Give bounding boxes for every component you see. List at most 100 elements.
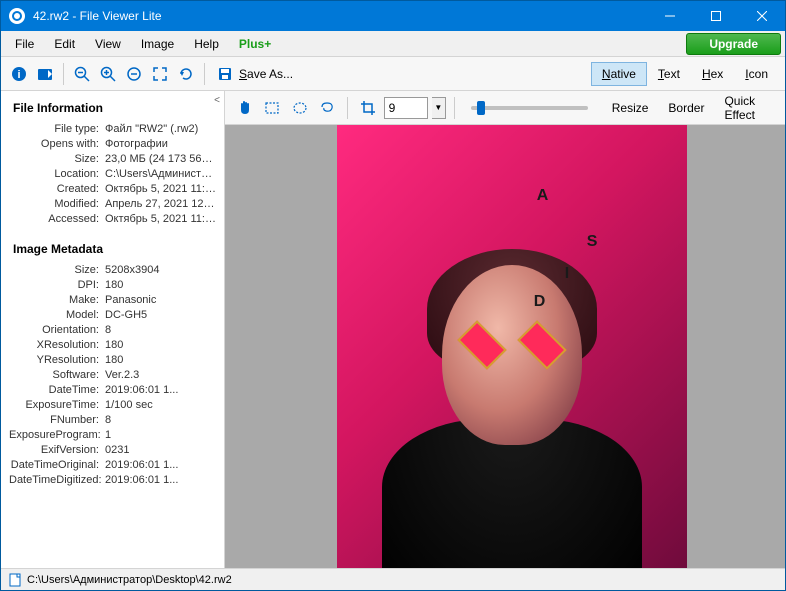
quick-effect-button[interactable]: Quick Effect xyxy=(716,91,785,126)
kv-row: Created:Октябрь 5, 2021 11:25 xyxy=(9,181,216,196)
kv-value: 1 xyxy=(105,429,216,441)
kv-row: Size:23,0 МБ (24 173 568 b... xyxy=(9,151,216,166)
kv-value: DC-GH5 xyxy=(105,309,216,321)
tab-hex[interactable]: Hex xyxy=(691,62,734,86)
menu-plus[interactable]: Plus+ xyxy=(229,34,281,54)
zoom-slider[interactable] xyxy=(471,106,588,110)
kv-key: Size: xyxy=(9,153,105,165)
kv-key: Orientation: xyxy=(9,324,105,336)
svg-text:i: i xyxy=(17,69,20,81)
marquee-rect-icon[interactable] xyxy=(261,95,285,121)
separator xyxy=(204,63,205,85)
close-button[interactable] xyxy=(739,1,785,31)
fullscreen-icon[interactable] xyxy=(148,62,172,86)
kv-value: 180 xyxy=(105,339,216,351)
kv-row: Software:Ver.2.3 xyxy=(9,367,216,382)
crop-icon[interactable] xyxy=(356,95,380,121)
image-canvas[interactable]: A S I D xyxy=(225,125,785,568)
file-info-list: File type:Файл "RW2" (.rw2)Opens with:Фо… xyxy=(1,121,224,232)
tab-text[interactable]: Text xyxy=(647,62,691,86)
menu-edit[interactable]: Edit xyxy=(44,34,85,54)
tab-icon[interactable]: Icon xyxy=(734,62,779,86)
kv-value: C:\Users\Администра... xyxy=(105,168,216,180)
kv-value: 8 xyxy=(105,324,216,336)
refresh-icon[interactable] xyxy=(174,62,198,86)
kv-row: DateTimeOriginal:2019:06:01 1... xyxy=(9,457,216,472)
kv-row: Modified:Апрель 27, 2021 12:53 xyxy=(9,196,216,211)
kv-value: 1/100 sec xyxy=(105,399,216,411)
view-mode-tabs: Native Text Hex Icon xyxy=(591,62,779,86)
kv-key: ExifVersion: xyxy=(9,444,105,456)
kv-row: FNumber:8 xyxy=(9,412,216,427)
upgrade-button[interactable]: Upgrade xyxy=(686,33,781,55)
zoom-in-icon[interactable] xyxy=(96,62,120,86)
kv-key: Model: xyxy=(9,309,105,321)
statusbar-path: C:\Users\Администратор\Desktop\42.rw2 xyxy=(27,574,232,586)
menubar: File Edit View Image Help Plus+ Upgrade xyxy=(1,31,785,57)
toolbar: i Save As... Native Text Hex Icon xyxy=(1,57,785,91)
kv-key: FNumber: xyxy=(9,414,105,426)
info-icon[interactable]: i xyxy=(7,62,31,86)
sidebar: < File Information File type:Файл "RW2" … xyxy=(1,91,225,568)
kv-row: Size:5208x3904 xyxy=(9,262,216,277)
fit-icon[interactable] xyxy=(122,62,146,86)
kv-row: DPI:180 xyxy=(9,277,216,292)
tab-native[interactable]: Native xyxy=(591,62,647,86)
disk-icon xyxy=(217,66,233,82)
collapse-handle-icon[interactable]: < xyxy=(214,95,220,106)
pan-hand-icon[interactable] xyxy=(233,95,257,121)
zoom-dropdown-icon[interactable]: ▼ xyxy=(432,97,446,119)
minimize-button[interactable] xyxy=(647,1,693,31)
kv-key: Opens with: xyxy=(9,138,105,150)
titlebar: 42.rw2 - File Viewer Lite xyxy=(1,1,785,31)
kv-key: Size: xyxy=(9,264,105,276)
menu-help[interactable]: Help xyxy=(184,34,229,54)
kv-value: Ver.2.3 xyxy=(105,369,216,381)
overlay-letter: A xyxy=(537,187,549,205)
menu-view[interactable]: View xyxy=(85,34,131,54)
marquee-ellipse-icon[interactable] xyxy=(288,95,312,121)
main-area: ▼ Resize Border Quick Effect A S I xyxy=(225,91,785,568)
menu-file[interactable]: File xyxy=(5,34,44,54)
open-icon[interactable] xyxy=(33,62,57,86)
kv-value: Panasonic xyxy=(105,294,216,306)
menu-image[interactable]: Image xyxy=(131,34,184,54)
kv-value: 180 xyxy=(105,279,216,291)
file-info-heading: File Information xyxy=(1,91,224,121)
zoom-out-icon[interactable] xyxy=(70,62,94,86)
kv-row: Orientation:8 xyxy=(9,322,216,337)
kv-key: File type: xyxy=(9,123,105,135)
border-button[interactable]: Border xyxy=(660,97,712,119)
slider-thumb[interactable] xyxy=(477,101,485,115)
maximize-button[interactable] xyxy=(693,1,739,31)
kv-key: Modified: xyxy=(9,198,105,210)
lasso-icon[interactable] xyxy=(316,95,340,121)
resize-button[interactable]: Resize xyxy=(604,97,657,119)
kv-row: ExposureProgram:1 xyxy=(9,427,216,442)
kv-key: Location: xyxy=(9,168,105,180)
kv-row: Accessed:Октябрь 5, 2021 11:59 xyxy=(9,211,216,226)
kv-value: 2019:06:01 1... xyxy=(105,459,216,471)
kv-key: Software: xyxy=(9,369,105,381)
save-as-label: Save As... xyxy=(239,67,293,81)
kv-value: 2019:06:01 1... xyxy=(105,474,216,486)
image-toolbar: ▼ Resize Border Quick Effect xyxy=(225,91,785,125)
kv-row: XResolution:180 xyxy=(9,337,216,352)
file-icon xyxy=(9,573,21,587)
overlay-letter: S xyxy=(587,233,598,251)
metadata-heading: Image Metadata xyxy=(1,232,224,262)
kv-key: YResolution: xyxy=(9,354,105,366)
kv-key: DateTimeDigitized: xyxy=(9,474,105,486)
save-as-button[interactable]: Save As... xyxy=(211,64,299,84)
kv-value: Октябрь 5, 2021 11:25 xyxy=(105,183,216,195)
kv-row: Make:Panasonic xyxy=(9,292,216,307)
kv-row: Location:C:\Users\Администра... xyxy=(9,166,216,181)
image-preview: A S I D xyxy=(337,125,687,568)
kv-row: DateTime:2019:06:01 1... xyxy=(9,382,216,397)
kv-key: DPI: xyxy=(9,279,105,291)
separator xyxy=(63,63,64,85)
kv-key: DateTimeOriginal: xyxy=(9,459,105,471)
zoom-input[interactable] xyxy=(384,97,428,119)
kv-row: ExposureTime:1/100 sec xyxy=(9,397,216,412)
kv-key: Created: xyxy=(9,183,105,195)
